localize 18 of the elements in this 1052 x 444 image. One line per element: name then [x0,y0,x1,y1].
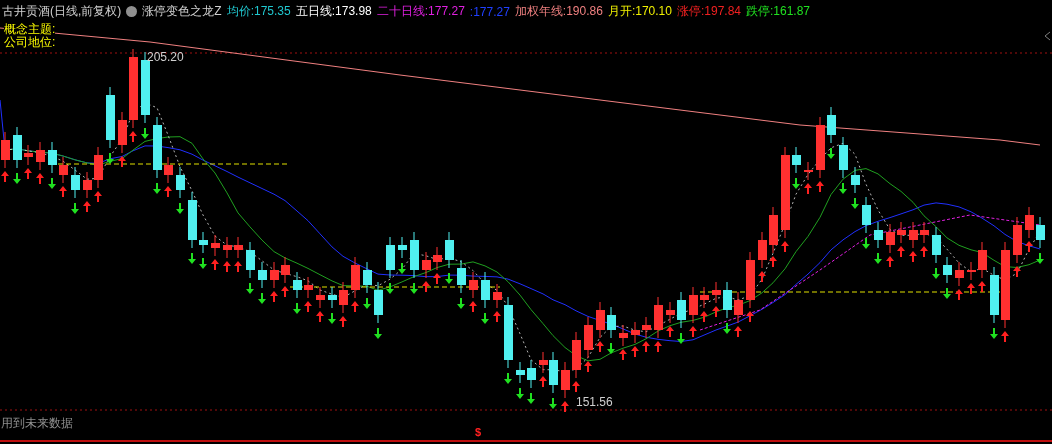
warning-text: 用到未来数据 [1,415,73,432]
legend-item: 加权年线:190.86 [514,3,603,20]
legend-item: 均价:175.35 [226,3,291,20]
legend-item: 五日线:173.98 [295,3,372,20]
legend-item: 月开:170.10 [607,3,672,20]
info-label: 公司地位: [4,36,56,49]
signal-marker: $ [475,426,482,438]
scroll-left-icon[interactable] [1044,31,1051,41]
info-label: 概念主题: [4,23,56,36]
low-price-label: 151.56 [576,395,613,409]
legend-item: 二十日线:177.27 [376,3,465,20]
legend-item: 涨停:197.84 [676,3,741,20]
stock-title: 古井贡酒(日线,前复权) [2,3,122,20]
legend-item: :177.27 [469,4,510,19]
indicator-name: 涨停变色之龙Z [142,3,222,20]
high-price-label: 205.20 [147,50,184,64]
dropdown-icon[interactable] [126,6,138,17]
legend-item: 跌停:161.87 [746,3,811,20]
